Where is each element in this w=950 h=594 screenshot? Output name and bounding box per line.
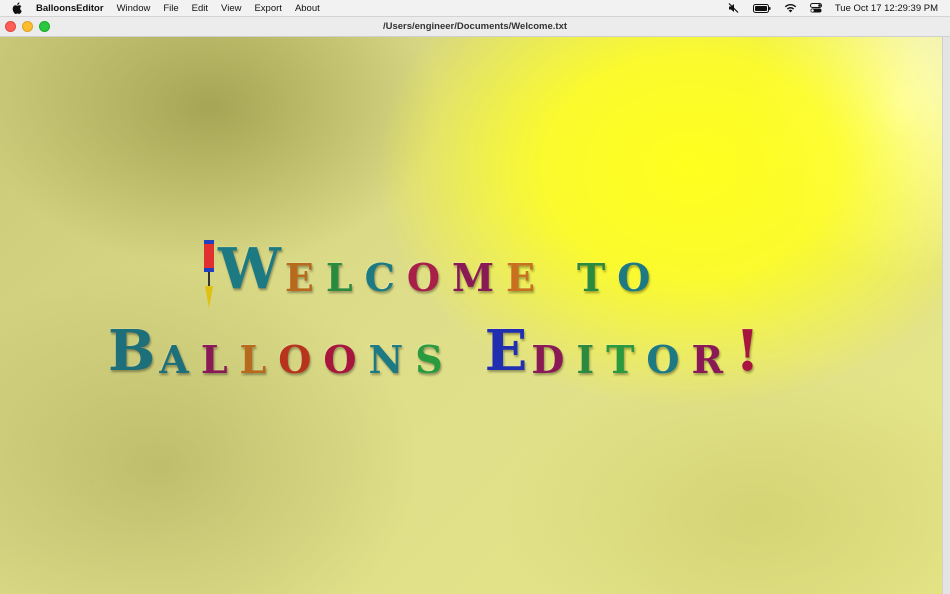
- menu-app-name[interactable]: BalloonsEditor: [36, 3, 104, 14]
- close-button[interactable]: [5, 21, 16, 32]
- menu-edit[interactable]: Edit: [192, 3, 208, 14]
- menu-window[interactable]: Window: [117, 3, 151, 14]
- balloon-letter[interactable]: L: [201, 341, 228, 379]
- balloon-letter[interactable]: A: [159, 341, 188, 379]
- balloon-letter[interactable]: C: [365, 259, 395, 297]
- balloon-letter[interactable]: S: [415, 341, 442, 379]
- editor-window: /Users/engineer/Documents/Welcome.txt WE…: [0, 17, 950, 594]
- balloon-letter[interactable]: T: [606, 341, 634, 379]
- wifi-icon[interactable]: [784, 3, 797, 13]
- balloon-canvas[interactable]: WELCOMETO B A L L O O N S E D I T O R!: [0, 37, 942, 594]
- control-center-icon[interactable]: [809, 3, 822, 13]
- balloon-letter[interactable]: O: [407, 259, 440, 297]
- balloon-letter[interactable]: M: [452, 259, 494, 297]
- window-controls: [5, 21, 50, 32]
- minimize-button[interactable]: [22, 21, 33, 32]
- battery-icon[interactable]: [752, 3, 771, 13]
- balloon-letter[interactable]: D: [531, 341, 564, 379]
- balloon-letter[interactable]: O: [646, 341, 679, 379]
- balloon-letter[interactable]: N: [368, 341, 403, 379]
- balloon-letter[interactable]: O: [323, 341, 356, 379]
- balloon-letter[interactable]: I: [576, 341, 594, 379]
- balloon-letter[interactable]: !: [735, 323, 760, 379]
- balloon-letter[interactable]: O: [617, 259, 650, 297]
- balloon-letter[interactable]: L: [240, 341, 267, 379]
- window-title: /Users/engineer/Documents/Welcome.txt: [382, 21, 568, 32]
- menu-file[interactable]: File: [163, 3, 178, 14]
- balloon-letter[interactable]: E: [285, 259, 314, 297]
- balloon-letter[interactable]: B: [108, 323, 155, 379]
- balloon-letter[interactable]: O: [278, 341, 311, 379]
- window-titlebar[interactable]: /Users/engineer/Documents/Welcome.txt: [0, 17, 950, 37]
- menu-about[interactable]: About: [295, 3, 320, 14]
- balloon-text-line-1: WELCOMETO: [218, 233, 662, 297]
- balloon-letter[interactable]: E: [506, 259, 535, 297]
- apple-menu-icon[interactable]: [12, 2, 26, 14]
- balloon-text-line-2: B A L L O O N S E D I T O R!: [108, 313, 764, 379]
- zoom-button[interactable]: [39, 21, 50, 32]
- menu-bar: BalloonsEditor Window File Edit View Exp…: [0, 0, 950, 17]
- vertical-scrollbar[interactable]: [942, 37, 950, 594]
- mute-icon[interactable]: [728, 3, 740, 13]
- menu-export[interactable]: Export: [254, 3, 281, 14]
- balloon-letter[interactable]: T: [577, 259, 605, 297]
- balloon-letter[interactable]: L: [326, 259, 353, 297]
- balloon-letter[interactable]: E: [485, 323, 528, 379]
- balloon-letter[interactable]: W: [218, 241, 281, 297]
- status-area: Tue Oct 17 12:29:39 PM: [728, 0, 950, 16]
- menu-view[interactable]: View: [221, 3, 241, 14]
- balloon-letter[interactable]: R: [691, 341, 723, 379]
- menu-clock[interactable]: Tue Oct 17 12:29:39 PM: [835, 3, 938, 14]
